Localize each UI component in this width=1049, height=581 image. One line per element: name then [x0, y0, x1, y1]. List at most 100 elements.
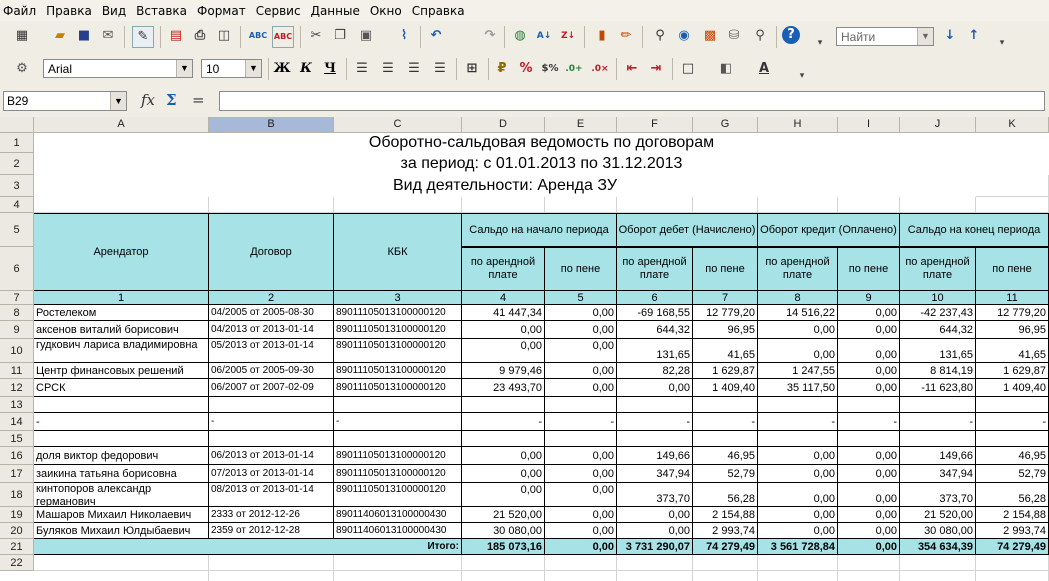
row-header-19[interactable]: 19 [0, 507, 34, 523]
kbk-cell[interactable]: 89011105013100000120 [334, 363, 462, 379]
find-input[interactable]: Найти ▼ [836, 27, 934, 46]
kbk-cell[interactable]: - [334, 413, 462, 431]
row-header-5[interactable]: 5 [0, 213, 34, 247]
value-cell[interactable]: 1 629,87 [976, 363, 1049, 379]
help-icon[interactable]: ? [782, 26, 800, 44]
spellcheck-icon[interactable]: ABC [248, 26, 268, 46]
decrease-indent-icon[interactable]: ⇤ [622, 59, 642, 79]
value-cell[interactable] [617, 431, 693, 447]
value-cell[interactable]: 347,94 [617, 465, 693, 483]
chevron-down-icon[interactable]: ▼ [917, 28, 933, 45]
value-cell[interactable]: - [545, 413, 617, 431]
value-cell[interactable]: 0,00 [838, 523, 900, 539]
total-value[interactable]: 0,00 [838, 539, 900, 555]
merge-cells-icon[interactable]: ⊞ [462, 59, 482, 79]
value-cell[interactable]: 0,00 [462, 447, 545, 465]
value-cell[interactable]: 2 993,74 [976, 523, 1049, 539]
add-decimal-icon[interactable]: .0+ [564, 59, 584, 79]
contract-cell[interactable]: 04/2013 от 2013-01-14 [209, 321, 334, 339]
tenant-cell[interactable] [34, 397, 209, 413]
row-header-7[interactable]: 7 [0, 291, 34, 305]
value-cell[interactable]: 41,65 [976, 339, 1049, 363]
value-cell[interactable]: 0,00 [545, 507, 617, 523]
menu-item-5[interactable]: Сервис [251, 4, 306, 18]
justify-icon[interactable]: ☰ [430, 59, 450, 79]
align-left-icon[interactable]: ☰ [352, 59, 372, 79]
kbk-cell[interactable]: 89011105013100000120 [334, 465, 462, 483]
value-cell[interactable]: 0,00 [545, 321, 617, 339]
value-cell[interactable]: 21 520,00 [900, 507, 976, 523]
row-header-1[interactable]: 1 [0, 133, 34, 153]
column-header-g[interactable]: G [693, 117, 758, 133]
gallery-icon[interactable]: ▩ [700, 26, 720, 46]
value-cell[interactable]: - [900, 413, 976, 431]
kbk-cell[interactable]: 89011105013100000120 [334, 379, 462, 397]
contract-cell[interactable]: - [209, 413, 334, 431]
tenant-cell[interactable] [34, 431, 209, 447]
value-cell[interactable]: 131,65 [900, 339, 976, 363]
value-cell[interactable]: 2 993,74 [693, 523, 758, 539]
tenant-cell[interactable]: аксенов виталий борисович [34, 321, 209, 339]
value-cell[interactable]: 373,70 [617, 483, 693, 507]
sort-descending-icon[interactable]: Z↓ [558, 26, 578, 46]
value-cell[interactable]: 30 080,00 [462, 523, 545, 539]
value-cell[interactable]: - [838, 413, 900, 431]
print-icon[interactable]: ⎙ [190, 26, 210, 46]
contract-cell[interactable]: 07/2013 от 2013-01-14 [209, 465, 334, 483]
total-value[interactable]: 354 634,39 [900, 539, 976, 555]
value-cell[interactable]: 0,00 [758, 321, 838, 339]
select-all-corner[interactable] [0, 117, 34, 133]
row-header-14[interactable]: 14 [0, 413, 34, 431]
zoom-icon[interactable]: ⚲ [750, 26, 770, 46]
value-cell[interactable] [693, 397, 758, 413]
value-cell[interactable]: 0,00 [462, 465, 545, 483]
underline-button[interactable]: Ч [320, 59, 340, 79]
toolbar-overflow-icon[interactable]: ▾ [810, 33, 830, 53]
value-cell[interactable]: 0,00 [462, 339, 545, 363]
value-cell[interactable]: - [462, 413, 545, 431]
total-value[interactable]: 3 731 290,07 [617, 539, 693, 555]
value-cell[interactable]: 2 154,88 [693, 507, 758, 523]
value-cell[interactable]: 0,00 [838, 447, 900, 465]
row-header-18[interactable]: 18 [0, 483, 34, 507]
copy-icon[interactable]: ❐ [330, 26, 350, 46]
value-cell[interactable]: - [976, 413, 1049, 431]
value-cell[interactable] [462, 397, 545, 413]
value-cell[interactable]: 0,00 [617, 507, 693, 523]
menu-item-6[interactable]: Данные [306, 4, 365, 18]
row-header-2[interactable]: 2 [0, 153, 34, 175]
standard-format-icon[interactable]: $% [540, 59, 560, 79]
value-cell[interactable]: 149,66 [617, 447, 693, 465]
sort-ascending-icon[interactable]: A↓ [534, 26, 554, 46]
row-header-20[interactable]: 20 [0, 523, 34, 539]
value-cell[interactable]: 82,28 [617, 363, 693, 379]
auto-spellcheck-icon[interactable]: ABC [272, 26, 294, 48]
delete-decimal-icon[interactable]: .0× [590, 59, 610, 79]
borders-icon[interactable]: □ [678, 59, 698, 79]
value-cell[interactable] [976, 397, 1049, 413]
tenant-cell[interactable]: Ростелеком [34, 305, 209, 321]
find-replace-icon[interactable]: ⚲ [650, 26, 670, 46]
menu-item-3[interactable]: Вставка [131, 4, 192, 18]
menu-item-2[interactable]: Вид [97, 4, 131, 18]
value-cell[interactable]: 0,00 [617, 379, 693, 397]
value-cell[interactable]: -42 237,43 [900, 305, 976, 321]
value-cell[interactable]: 0,00 [462, 321, 545, 339]
styles-icon[interactable]: ⚙ [12, 59, 32, 79]
value-cell[interactable]: - [758, 413, 838, 431]
value-cell[interactable] [838, 431, 900, 447]
kbk-cell[interactable]: 89011105013100000120 [334, 305, 462, 321]
name-box[interactable]: B29 ▼ [3, 91, 127, 111]
chart-icon[interactable]: ▮ [592, 26, 612, 46]
value-cell[interactable]: 0,00 [838, 305, 900, 321]
kbk-cell[interactable]: 89011105013100000120 [334, 321, 462, 339]
row-header-8[interactable]: 8 [0, 305, 34, 321]
value-cell[interactable]: 56,28 [693, 483, 758, 507]
value-cell[interactable]: 0,00 [545, 447, 617, 465]
row-header-4[interactable]: 4 [0, 197, 34, 213]
value-cell[interactable]: 0,00 [462, 483, 545, 507]
value-cell[interactable] [545, 431, 617, 447]
value-cell[interactable]: 373,70 [900, 483, 976, 507]
contract-cell[interactable]: 06/2007 от 2007-02-09 [209, 379, 334, 397]
redo-icon[interactable]: ↷ [480, 26, 500, 46]
